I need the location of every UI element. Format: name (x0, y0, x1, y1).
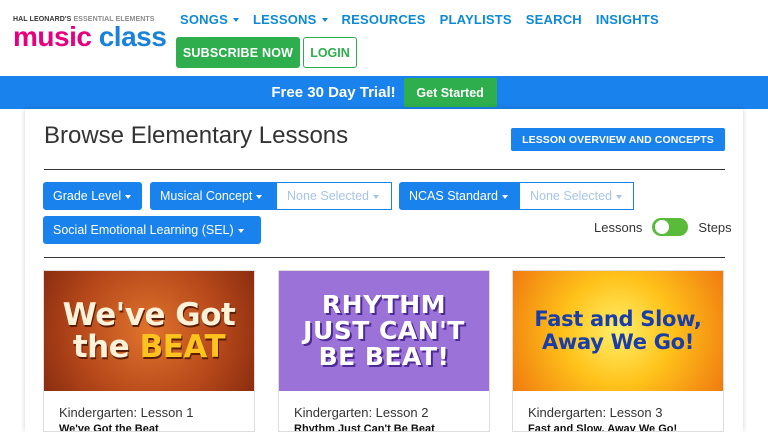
chevron-down-icon (501, 194, 508, 199)
lesson-thumbnail: Fast and Slow, Away We Go! (513, 271, 723, 391)
lesson-overview-button[interactable]: LESSON OVERVIEW AND CONCEPTS (511, 128, 725, 151)
chevron-down-icon (373, 194, 380, 199)
toggle-knob (655, 220, 670, 234)
chevron-down-icon (125, 194, 132, 199)
lesson-card[interactable]: We've Got the BEAT Kindergarten: Lesson … (43, 270, 255, 432)
lesson-meta: Kindergarten: Lesson 3 (528, 405, 663, 420)
view-toggle-row: Lessons Steps (594, 218, 732, 236)
chevron-down-icon (256, 194, 263, 199)
toggle-label-steps: Steps (698, 219, 732, 235)
nav-playlists[interactable]: PLAYLISTS (440, 12, 512, 27)
lesson-meta: Kindergarten: Lesson 1 (59, 405, 194, 420)
nav-insights[interactable]: INSIGHTS (596, 12, 659, 27)
lesson-meta: Kindergarten: Lesson 2 (294, 405, 429, 420)
trial-banner: Free 30 Day Trial! Get Started (0, 76, 768, 109)
lesson-thumbnail: We've Got the BEAT (44, 271, 254, 391)
get-started-button[interactable]: Get Started (403, 78, 497, 107)
top-navbar: HAL LEONARD'S ESSENTIAL ELEMENTS music c… (0, 0, 768, 76)
lesson-card[interactable]: RHYTHM JUST CAN'T BE BEAT! Kindergarten:… (278, 270, 490, 432)
nav-search[interactable]: SEARCH (526, 12, 582, 27)
chevron-down-icon (232, 18, 239, 22)
subscribe-button[interactable]: SUBSCRIBE NOW (176, 37, 300, 68)
musical-concept-select[interactable]: None Selected (276, 182, 392, 210)
ncas-standard-select[interactable]: None Selected (519, 182, 634, 210)
logo-class: class (98, 21, 167, 52)
login-button[interactable]: LOGIN (303, 37, 357, 68)
nav-resources[interactable]: RESOURCES (342, 12, 426, 27)
ncas-standard-label[interactable]: NCAS Standard (399, 182, 519, 210)
main-nav: SONGS LESSONS RESOURCES PLAYLISTS SEARCH… (180, 12, 659, 27)
grade-level-dropdown[interactable]: Grade Level (43, 182, 142, 210)
divider (44, 257, 725, 258)
lesson-name[interactable]: We've Got the Beat (44, 420, 254, 431)
nav-songs[interactable]: SONGS (180, 12, 239, 27)
chevron-down-icon (616, 194, 623, 199)
lesson-thumbnail: RHYTHM JUST CAN'T BE BEAT! (279, 271, 489, 391)
sel-dropdown[interactable]: Social Emotional Learning (SEL) (43, 216, 261, 244)
chevron-down-icon (321, 18, 328, 22)
lesson-card[interactable]: Fast and Slow, Away We Go! Kindergarten:… (512, 270, 724, 432)
lesson-name[interactable]: Fast and Slow, Away We Go! (513, 420, 723, 431)
toggle-label-lessons: Lessons (594, 219, 643, 235)
logo-music: music (13, 21, 92, 52)
musical-concept-label[interactable]: Musical Concept (150, 182, 276, 210)
page-title: Browse Elementary Lessons (44, 122, 349, 149)
nav-lessons[interactable]: LESSONS (253, 12, 328, 27)
chevron-down-icon (237, 228, 244, 233)
banner-text: Free 30 Day Trial! (271, 84, 396, 101)
divider (44, 169, 725, 170)
lesson-name[interactable]: Rhythm Just Can't Be Beat (279, 420, 489, 431)
site-logo[interactable]: HAL LEONARD'S ESSENTIAL ELEMENTS music c… (13, 16, 167, 56)
lessons-steps-toggle[interactable] (652, 218, 689, 236)
